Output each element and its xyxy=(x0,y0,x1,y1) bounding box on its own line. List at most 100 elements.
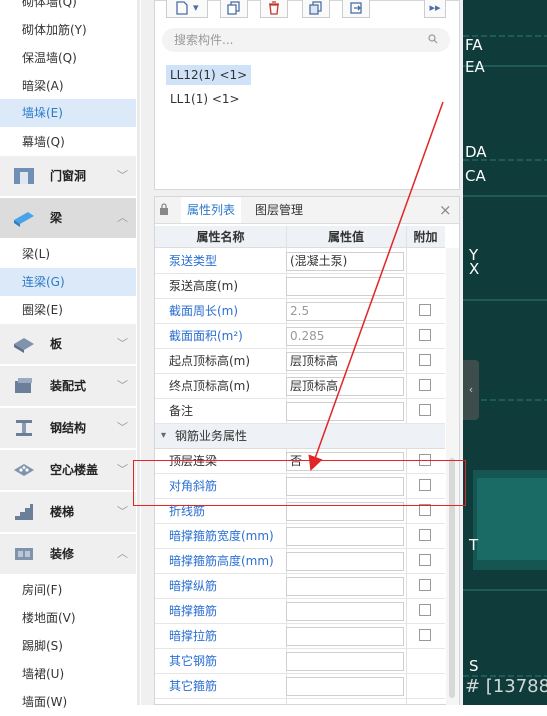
nav-group-beam[interactable]: 梁 ︿ xyxy=(0,198,136,238)
close-icon[interactable]: × xyxy=(433,197,458,223)
drawing-canvas[interactable]: ‹ FA EA DA CA Y X T S # [13788 xyxy=(463,0,547,705)
search-icon[interactable] xyxy=(428,34,438,44)
tab-layer-management[interactable]: 图层管理 xyxy=(249,197,309,223)
nav-group-door-window[interactable]: 门窗洞 ﹀ xyxy=(0,156,136,196)
extra-checkbox[interactable] xyxy=(419,354,431,366)
chevron-down-icon[interactable]: ﹀ xyxy=(117,450,128,490)
decoration-icon xyxy=(15,548,33,560)
extra-checkbox[interactable] xyxy=(419,579,431,591)
nav-item-curtain-wall[interactable]: 幕墙(Q) xyxy=(0,128,136,156)
nav-item-skirting[interactable]: 踢脚(S) xyxy=(0,632,136,660)
prefab-icon xyxy=(15,378,32,393)
property-name[interactable]: 暗撑箍筋宽度(mm) xyxy=(169,524,274,548)
property-name[interactable]: 泵送类型 xyxy=(169,249,217,273)
extra-checkbox[interactable] xyxy=(419,529,431,541)
nav-item-floor-surface[interactable]: 楼地面(V) xyxy=(0,604,136,632)
search-input[interactable] xyxy=(174,28,414,52)
chevron-down-icon[interactable]: ﹀ xyxy=(117,156,128,196)
property-value-field[interactable] xyxy=(286,602,404,621)
property-name[interactable]: 暗撑纵筋 xyxy=(169,574,217,598)
property-row-brace-stirrup-width: 暗撑箍筋宽度(mm) xyxy=(155,524,445,549)
property-value-field[interactable] xyxy=(286,677,404,696)
nav-group-decoration[interactable]: 装修 ︿ xyxy=(0,534,136,574)
property-value-field[interactable]: (混凝土泵) xyxy=(286,252,404,271)
extra-checkbox[interactable] xyxy=(419,629,431,641)
extra-checkbox[interactable] xyxy=(419,329,431,341)
property-row-end-top-elevation: 终点顶标高(m) 层顶标高 xyxy=(155,374,445,399)
new-component-button[interactable]: ▾ xyxy=(166,0,208,18)
nav-group-slab[interactable]: 板 ﹀ xyxy=(0,324,136,364)
extra-checkbox[interactable] xyxy=(419,554,431,566)
extra-checkbox[interactable] xyxy=(419,304,431,316)
collapse-icon[interactable]: ▾ xyxy=(161,424,166,448)
tab-property-list[interactable]: 属性列表 xyxy=(181,197,242,223)
extra-checkbox[interactable] xyxy=(419,404,431,416)
property-row-section-perimeter: 截面周长(m) 2.5 xyxy=(155,299,445,324)
new-file-icon xyxy=(176,1,189,15)
chevron-down-icon[interactable]: ﹀ xyxy=(117,492,128,532)
component-item-ll12[interactable]: LL12(1) <1> xyxy=(166,65,252,85)
collapse-panel-handle[interactable]: ‹ xyxy=(463,360,479,420)
chevron-up-icon[interactable]: ︿ xyxy=(117,198,128,238)
header-extra: 附加 xyxy=(413,230,438,244)
property-value-field: 2.5 xyxy=(286,302,404,321)
property-name[interactable]: 其它箍筋 xyxy=(169,674,217,698)
property-value-field[interactable]: 层顶标高 xyxy=(286,352,404,371)
axis-label: S xyxy=(469,657,479,675)
property-value-field[interactable] xyxy=(286,277,404,296)
property-value-field[interactable] xyxy=(286,652,404,671)
export-button[interactable] xyxy=(342,0,370,18)
property-value-field[interactable] xyxy=(286,552,404,571)
layer-copy-button[interactable] xyxy=(302,0,330,18)
property-tabs: 属性列表 图层管理 × xyxy=(155,197,459,224)
property-name[interactable]: 暗撑箍筋高度(mm) xyxy=(169,549,274,573)
nav-item-wall-pier[interactable]: 墙垛(E) xyxy=(0,99,136,127)
nav-group-hollow-floor[interactable]: 空心楼盖 ﹀ xyxy=(0,450,136,490)
nav-item-masonry-wall[interactable]: 砌体墙(Q) xyxy=(0,0,136,16)
chevron-up-icon[interactable]: ︿ xyxy=(117,534,128,574)
nav-group-steel-structure[interactable]: 钢结构 ﹀ xyxy=(0,408,136,448)
nav-item-coupling-beam[interactable]: 连梁(G) xyxy=(0,268,136,296)
property-value-field: 0.285 xyxy=(286,327,404,346)
nav-item-beam[interactable]: 梁(L) xyxy=(0,240,136,268)
nav-item-dado[interactable]: 墙裙(U) xyxy=(0,660,136,688)
nav-item-ring-beam[interactable]: 圈梁(E) xyxy=(0,296,136,324)
component-search[interactable] xyxy=(162,28,450,52)
header-name: 属性名称 xyxy=(196,230,245,244)
component-item-ll1[interactable]: LL1(1) <1> xyxy=(166,89,244,109)
nav-group-prefab[interactable]: 装配式 ﹀ xyxy=(0,366,136,406)
nav-item-wall-surface[interactable]: 墙面(W) xyxy=(0,688,136,716)
property-value-field[interactable] xyxy=(286,577,404,596)
nav-group-stairs[interactable]: 楼梯 ﹀ xyxy=(0,492,136,532)
property-row-pump-type: 泵送类型 (混凝土泵) xyxy=(155,249,445,274)
property-name[interactable]: 截面面积(m²) xyxy=(169,324,243,348)
nav-group-label: 空心楼盖 xyxy=(50,463,99,477)
extra-checkbox[interactable] xyxy=(419,604,431,616)
property-name[interactable]: 截面周长(m) xyxy=(169,299,238,323)
nav-scrollbar[interactable] xyxy=(137,0,140,705)
copy-button[interactable] xyxy=(220,0,248,18)
chevron-down-icon[interactable]: ﹀ xyxy=(117,408,128,448)
property-value-field[interactable] xyxy=(286,627,404,646)
nav-item-masonry-rebar[interactable]: 砌体加筋(Y) xyxy=(0,16,136,44)
property-value-field[interactable]: 层顶标高 xyxy=(286,377,404,396)
property-group-rebar[interactable]: ▾ 钢筋业务属性 xyxy=(155,424,445,449)
property-value-field[interactable] xyxy=(286,527,404,546)
nav-item-hidden-beam[interactable]: 暗梁(A) xyxy=(0,72,136,100)
property-row-section-area: 截面面积(m²) 0.285 xyxy=(155,324,445,349)
toolbar-expand-button[interactable]: ▸▸ xyxy=(424,0,446,18)
property-name[interactable]: 暗撑拉筋 xyxy=(169,624,217,648)
property-row-brace-longitudinal: 暗撑纵筋 xyxy=(155,574,445,599)
chevron-down-icon[interactable]: ﹀ xyxy=(117,324,128,364)
steel-structure-icon xyxy=(16,420,32,436)
delete-button[interactable] xyxy=(260,0,288,18)
property-name[interactable]: 其它钢筋 xyxy=(169,649,217,673)
chevron-down-icon[interactable]: ﹀ xyxy=(117,366,128,406)
nav-item-insulation-wall[interactable]: 保温墙(Q) xyxy=(0,44,136,72)
lock-icon[interactable] xyxy=(159,203,169,216)
nav-item-room[interactable]: 房间(F) xyxy=(0,576,136,604)
property-value-field[interactable] xyxy=(286,402,404,421)
property-name[interactable]: 暗撑箍筋 xyxy=(169,599,217,623)
extra-checkbox[interactable] xyxy=(419,379,431,391)
header-value: 属性值 xyxy=(327,230,364,244)
